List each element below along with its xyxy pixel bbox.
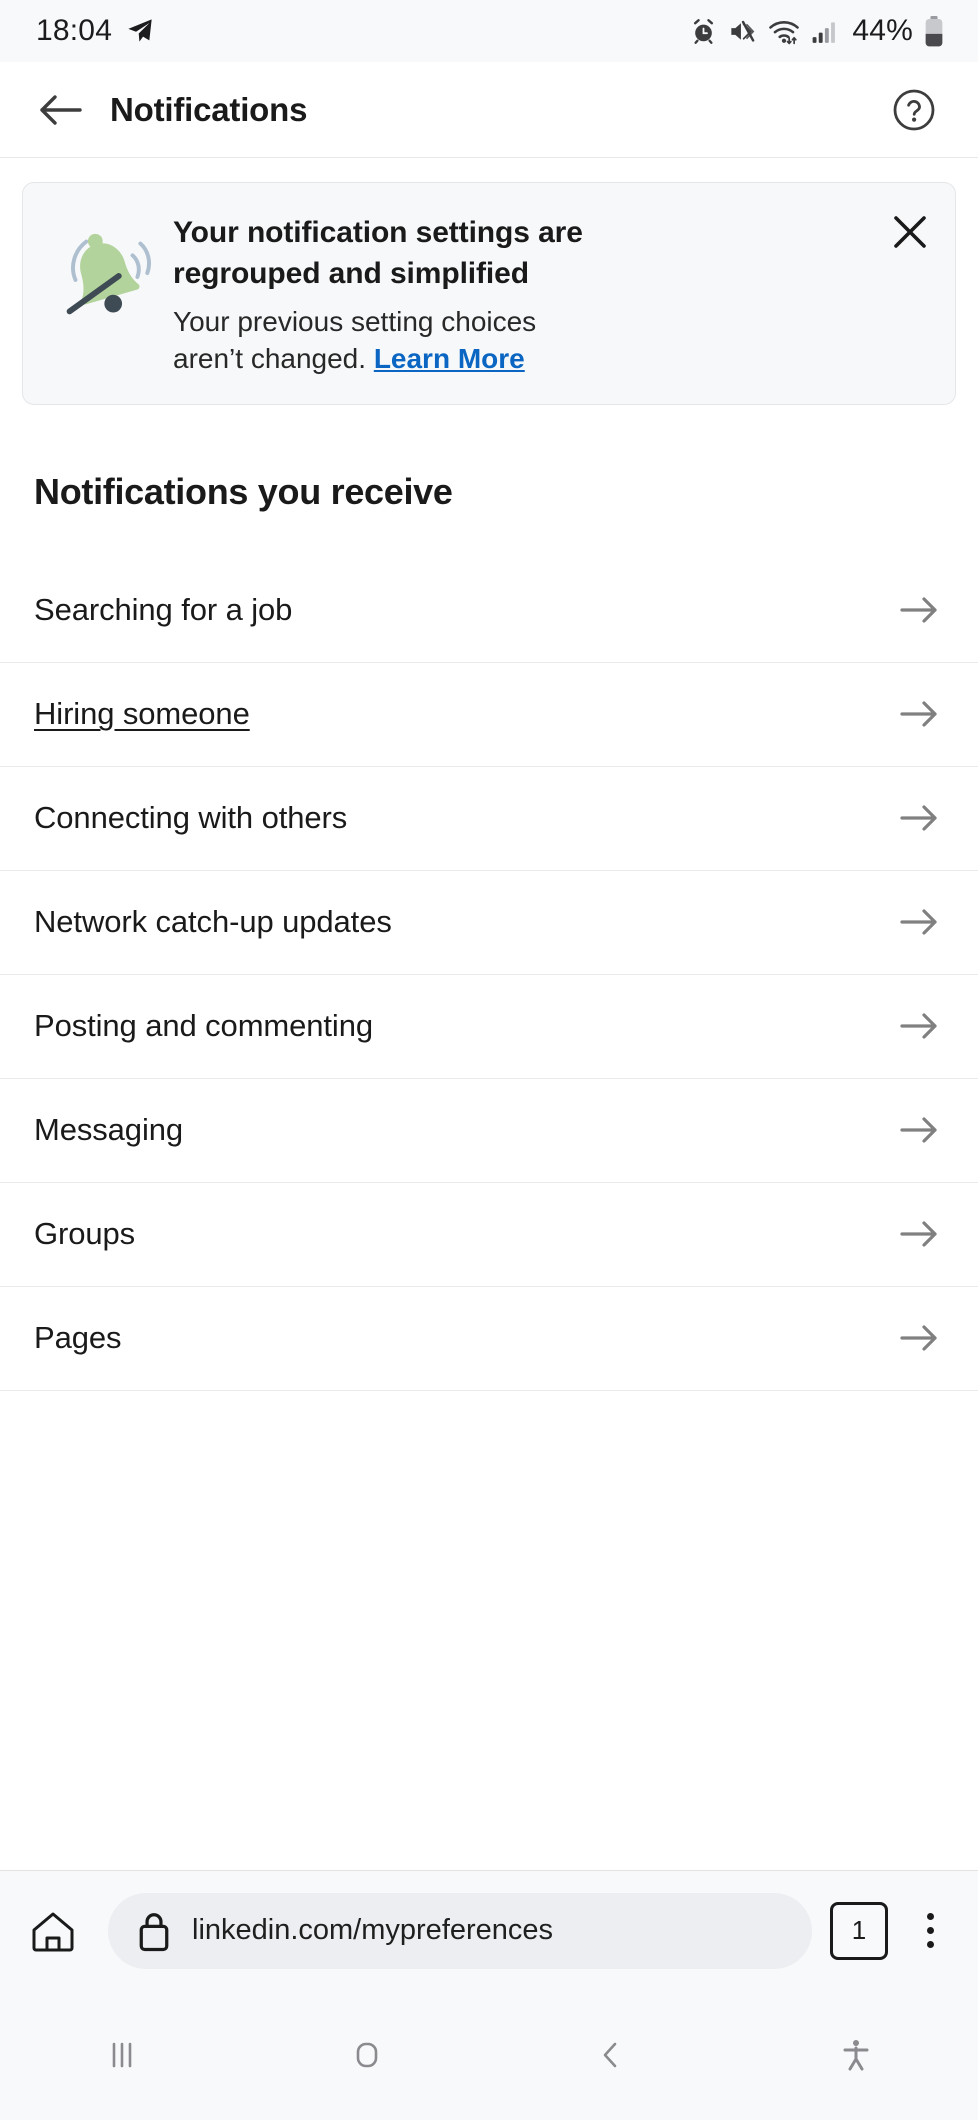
tab-count-label: 1 xyxy=(851,1915,867,1945)
help-circle-icon[interactable] xyxy=(886,82,942,138)
url-text: linkedin.com/mypreferences xyxy=(192,1914,554,1946)
battery-icon xyxy=(924,15,944,47)
status-bar-left: 18:04 xyxy=(36,14,154,48)
notification-info-card: Your notification settings are regrouped… xyxy=(22,182,956,405)
list-item[interactable]: Pages xyxy=(0,1286,978,1391)
list-item-label: Searching for a job xyxy=(34,592,293,628)
status-time: 18:04 xyxy=(36,14,113,47)
list-item-label: Messaging xyxy=(34,1112,184,1148)
section-heading: Notifications you receive xyxy=(34,470,453,512)
lock-icon xyxy=(134,1909,174,1953)
arrow-right-icon xyxy=(896,1003,942,1049)
info-card-text: Your notification settings are regrouped… xyxy=(167,209,937,378)
arrow-right-icon xyxy=(896,587,942,633)
app-header: Notifications xyxy=(0,62,978,158)
menu-dot xyxy=(926,1941,934,1948)
list-item[interactable]: Messaging xyxy=(0,1078,978,1183)
phone-screen: 18:04 44% Notifications Your notificatio… xyxy=(0,0,978,2120)
list-item-label: Posting and commenting xyxy=(34,1008,373,1044)
arrow-right-icon xyxy=(896,795,942,841)
bell-illustration xyxy=(43,209,167,335)
battery-percent: 44% xyxy=(852,14,913,47)
system-navigation-bar xyxy=(0,1990,978,2120)
url-bar[interactable]: linkedin.com/mypreferences xyxy=(108,1892,812,1969)
arrow-right-icon xyxy=(896,1315,942,1361)
accessibility-icon[interactable] xyxy=(734,1990,978,2120)
arrow-right-icon xyxy=(896,691,942,737)
status-bar-right: 44% xyxy=(690,14,944,48)
mute-vibrate-icon xyxy=(728,18,757,45)
list-item-label: Connecting with others xyxy=(34,800,348,836)
arrow-right-icon xyxy=(896,1107,942,1153)
main-content: Your notification settings are regrouped… xyxy=(0,158,978,1870)
list-item[interactable]: Groups xyxy=(0,1182,978,1287)
notification-category-list: Searching for a job Hiring someone Conne… xyxy=(0,558,978,1391)
menu-dot xyxy=(926,1927,934,1934)
arrow-right-icon xyxy=(896,1211,942,1257)
list-item[interactable]: Connecting with others xyxy=(0,766,978,871)
close-icon[interactable] xyxy=(887,209,933,255)
status-bar: 18:04 44% xyxy=(0,0,978,62)
tab-count-button[interactable]: 1 xyxy=(830,1901,888,1960)
arrow-right-icon xyxy=(896,899,942,945)
menu-dot xyxy=(926,1913,934,1920)
cellular-signal-icon xyxy=(811,19,837,44)
list-item[interactable]: Posting and commenting xyxy=(0,974,978,1079)
list-item-label: Pages xyxy=(34,1320,122,1356)
telegram-send-icon xyxy=(126,17,154,45)
list-item[interactable]: Hiring someone xyxy=(0,662,978,767)
learn-more-link[interactable]: Learn More xyxy=(374,343,525,374)
back-arrow-icon[interactable] xyxy=(32,82,88,138)
info-card-subtitle: Your previous setting choices aren’t cha… xyxy=(173,304,573,378)
list-item-label: Groups xyxy=(34,1216,136,1252)
info-card-title: Your notification settings are regrouped… xyxy=(173,216,583,290)
alarm-icon xyxy=(690,18,717,45)
overflow-menu-icon[interactable] xyxy=(908,1900,952,1962)
page-title: Notifications xyxy=(110,90,308,128)
home-square-icon[interactable] xyxy=(245,1990,490,2120)
list-item[interactable]: Searching for a job xyxy=(0,558,978,663)
wifi-icon xyxy=(768,18,800,45)
list-item-label: Hiring someone xyxy=(34,696,250,732)
browser-toolbar: linkedin.com/mypreferences 1 xyxy=(0,1870,978,1990)
recents-icon[interactable] xyxy=(0,1990,245,2120)
list-item-label: Network catch-up updates xyxy=(34,904,392,940)
back-chevron-icon[interactable] xyxy=(489,1990,734,2120)
list-item[interactable]: Network catch-up updates xyxy=(0,870,978,975)
home-icon[interactable] xyxy=(22,1900,84,1962)
